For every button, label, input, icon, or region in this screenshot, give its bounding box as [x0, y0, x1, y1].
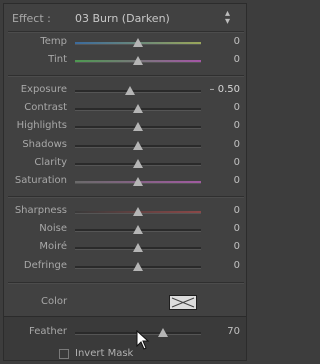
- slider-value[interactable]: 0: [234, 36, 240, 47]
- contrast-slider-track[interactable]: [75, 104, 201, 113]
- slider-row-feather: Feather 70: [4, 323, 246, 341]
- shadows-slider-knob[interactable]: [133, 141, 143, 150]
- slider-row-temp: Temp 0: [4, 33, 246, 51]
- slider-row-contrast: Contrast 0: [4, 99, 246, 117]
- slider-label: Contrast: [24, 102, 67, 113]
- effect-label: Effect :: [12, 12, 51, 25]
- highlights-slider-track[interactable]: [75, 122, 201, 131]
- slider-row-clarity: Clarity 0: [4, 154, 246, 172]
- slider-value[interactable]: 0: [234, 157, 240, 168]
- slider-label: Saturation: [14, 175, 67, 186]
- slider-value[interactable]: 0: [234, 175, 240, 186]
- moire-slider-track[interactable]: [75, 243, 201, 252]
- defringe-slider-knob[interactable]: [133, 262, 143, 271]
- exposure-slider-track[interactable]: [75, 86, 201, 95]
- temp-slider-knob[interactable]: [133, 38, 143, 47]
- slider-label: Highlights: [16, 120, 67, 131]
- clarity-slider-knob[interactable]: [133, 159, 143, 168]
- slider-row-sharpness: Sharpness 0: [4, 202, 246, 220]
- slider-value[interactable]: 70: [227, 326, 240, 337]
- section-divider: [8, 282, 244, 284]
- sharpness-slider-track[interactable]: [75, 207, 201, 216]
- contrast-slider-knob[interactable]: [133, 104, 143, 113]
- mouse-pointer-icon: [136, 330, 150, 350]
- highlights-slider-knob[interactable]: [133, 122, 143, 131]
- sharpness-slider-knob[interactable]: [133, 207, 143, 216]
- color-row: Color: [4, 292, 246, 312]
- feather-slider-knob[interactable]: [158, 328, 169, 337]
- slider-label: Clarity: [34, 157, 67, 168]
- slider-label: Exposure: [20, 84, 67, 95]
- effect-row: Effect : 03 Burn (Darken) ▴ ▾: [4, 4, 246, 30]
- slider-row-tint: Tint 0: [4, 51, 246, 69]
- slider-value[interactable]: 0: [234, 102, 240, 113]
- color-label: Color: [41, 296, 68, 307]
- slider-row-highlights: Highlights 0: [4, 117, 246, 135]
- slider-value[interactable]: – 0.50: [210, 84, 240, 95]
- tint-slider-track[interactable]: [75, 56, 201, 65]
- slider-row-shadows: Shadows 0: [4, 136, 246, 154]
- slider-row-moire: Moiré 0: [4, 238, 246, 256]
- section-divider: [8, 196, 244, 198]
- slider-label: Moiré: [39, 241, 67, 252]
- no-color-swatch-icon[interactable]: [169, 295, 197, 310]
- slider-value[interactable]: 0: [234, 223, 240, 234]
- defringe-slider-track[interactable]: [75, 262, 201, 271]
- slider-row-saturation: Saturation 0: [4, 172, 246, 190]
- effect-preset-dropdown[interactable]: 03 Burn (Darken): [75, 12, 170, 25]
- slider-value[interactable]: 0: [234, 54, 240, 65]
- up-down-arrows-icon[interactable]: ▴ ▾: [225, 9, 237, 27]
- exposure-slider-knob[interactable]: [125, 86, 136, 95]
- slider-row-exposure: Exposure – 0.50: [4, 81, 246, 99]
- slider-value[interactable]: 0: [234, 260, 240, 271]
- noise-slider-track[interactable]: [75, 225, 201, 234]
- slider-value[interactable]: 0: [234, 139, 240, 150]
- section-divider: [8, 75, 244, 77]
- slider-label: Shadows: [22, 139, 67, 150]
- slider-label: Defringe: [23, 260, 67, 271]
- noise-slider-knob[interactable]: [133, 225, 143, 234]
- slider-value[interactable]: 0: [234, 120, 240, 131]
- feather-section: Feather 70 Invert Mask: [4, 316, 246, 360]
- temp-slider-track[interactable]: [75, 38, 201, 47]
- slider-value[interactable]: 0: [234, 241, 240, 252]
- slider-value[interactable]: 0: [234, 205, 240, 216]
- saturation-slider-track[interactable]: [75, 177, 201, 186]
- slider-row-noise: Noise 0: [4, 220, 246, 238]
- slider-label: Temp: [40, 36, 67, 47]
- slider-row-defringe: Defringe 0: [4, 257, 246, 275]
- invert-mask-checkbox[interactable]: [59, 349, 69, 359]
- adjustment-brush-panel: Effect : 03 Burn (Darken) ▴ ▾ Temp 0 Tint…: [3, 3, 247, 361]
- slider-label: Sharpness: [14, 205, 67, 216]
- slider-label: Feather: [28, 326, 67, 337]
- tint-slider-knob[interactable]: [133, 56, 143, 65]
- moire-slider-knob[interactable]: [133, 243, 143, 252]
- slider-label: Noise: [39, 223, 67, 234]
- saturation-slider-knob[interactable]: [133, 177, 143, 186]
- clarity-slider-track[interactable]: [75, 159, 201, 168]
- slider-label: Tint: [48, 54, 67, 65]
- invert-mask-label: Invert Mask: [75, 348, 134, 359]
- shadows-slider-track[interactable]: [75, 141, 201, 150]
